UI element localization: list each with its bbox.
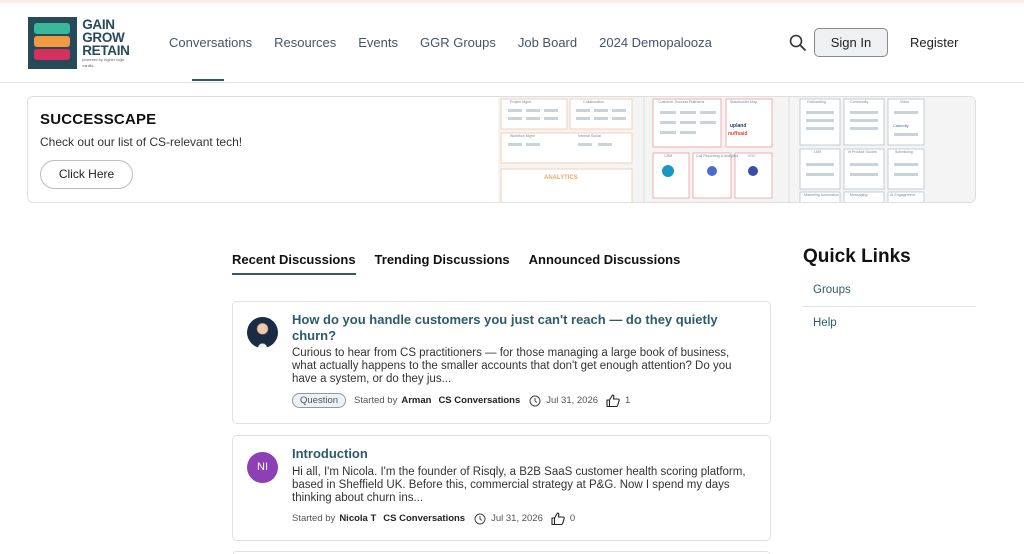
like-count: 0 — [569, 513, 576, 524]
svg-text:Stakeholder Map: Stakeholder Map — [730, 100, 757, 104]
tab-recent-discussions[interactable]: Recent Discussions — [232, 252, 356, 276]
logo-tagline: powered by higher logic vanilla — [82, 57, 125, 68]
nav-conversations[interactable]: Conversations — [158, 3, 263, 83]
svg-text:Internal Social: Internal Social — [578, 134, 601, 138]
banner-subtitle: Check out our list of CS-relevant tech! — [40, 135, 243, 149]
category-link[interactable]: CS Conversations — [438, 395, 520, 406]
svg-text:VOC: VOC — [748, 154, 756, 158]
clock-icon — [529, 395, 541, 406]
thumbs-up-icon[interactable] — [551, 512, 565, 525]
discussion-card: NI Introduction Hi all, I'm Nicola. I'm … — [232, 435, 771, 541]
discussion-card: How do you handle customers you just can… — [232, 301, 771, 424]
question-tag[interactable]: Question — [292, 393, 347, 408]
svg-text:Community: Community — [850, 100, 868, 104]
banner-title: SUCCESSCAPE — [40, 111, 157, 128]
discussion-excerpt: Hi all, I'm Nicola. I'm the founder of R… — [292, 466, 746, 504]
avatar[interactable]: NI — [247, 452, 278, 483]
svg-text:Project Mgmt: Project Mgmt — [510, 100, 531, 104]
svg-text:ANALYTICS: ANALYTICS — [544, 175, 578, 181]
discussion-meta: Question Started by Arman CS Conversatio… — [292, 393, 630, 408]
sign-in-button[interactable]: Sign In — [814, 28, 888, 57]
svg-text:Onboarding: Onboarding — [807, 100, 826, 104]
category-link[interactable]: CS Conversations — [383, 513, 465, 524]
svg-text:Calendly: Calendly — [893, 123, 909, 128]
svg-text:CRM: CRM — [664, 154, 672, 158]
tab-trending-discussions[interactable]: Trending Discussions — [375, 252, 510, 276]
register-link[interactable]: Register — [910, 35, 958, 50]
svg-text:Call Recording & Analytics: Call Recording & Analytics — [696, 154, 738, 158]
author-link[interactable]: Arman — [401, 395, 431, 406]
started-by-label: Started by — [354, 395, 398, 406]
discussion-meta: Started by Nicola T CS Conversations Jul… — [292, 512, 575, 525]
svg-text:Video: Video — [900, 100, 909, 104]
successcape-banner: SUCCESSCAPE Check out our list of CS-rel… — [27, 96, 976, 203]
click-here-button[interactable]: Click Here — [40, 160, 133, 189]
logo-mark-icon — [28, 17, 78, 69]
post-date: Jul 31, 2026 — [546, 395, 599, 406]
site-header: GAIN GROW RETAIN powered by higher logic… — [0, 3, 1024, 83]
svg-text:Scheduling: Scheduling — [895, 150, 913, 154]
nav-resources[interactable]: Resources — [263, 3, 347, 83]
site-logo[interactable]: GAIN GROW RETAIN powered by higher logic… — [28, 17, 136, 69]
main-nav: Conversations Resources Events GGR Group… — [158, 3, 723, 83]
discussion-excerpt: Curious to hear from CS practitioners — … — [292, 347, 732, 385]
svg-text:Collaboration: Collaboration — [583, 100, 604, 104]
quick-link-groups[interactable]: Groups — [803, 284, 976, 307]
nav-demopalooza[interactable]: 2024 Demopalooza — [588, 3, 723, 83]
svg-text:Customer Success Platforms: Customer Success Platforms — [658, 100, 705, 104]
svg-text:LMS: LMS — [814, 150, 822, 154]
quick-links-title: Quick Links — [803, 246, 911, 267]
discussion-title[interactable]: Introduction — [292, 446, 762, 462]
thumbs-up-icon[interactable] — [606, 394, 620, 407]
svg-text:nuffsaid: nuffsaid — [728, 131, 747, 137]
nav-ggr-groups[interactable]: GGR Groups — [409, 3, 507, 83]
tab-announced-discussions[interactable]: Announced Discussions — [529, 252, 681, 276]
started-by-label: Started by — [292, 513, 336, 524]
author-link[interactable]: Nicola T — [339, 513, 376, 524]
nav-events[interactable]: Events — [347, 3, 409, 83]
tech-landscape-image[interactable]: Project Mgmt Collaboration Customer Succ… — [498, 97, 976, 203]
logo-wordmark: GAIN GROW RETAIN powered by higher logic… — [82, 17, 136, 69]
svg-text:upland: upland — [730, 123, 746, 129]
discussion-title[interactable]: How do you handle customers you just can… — [292, 312, 762, 344]
like-count: 1 — [625, 395, 631, 406]
clock-icon — [474, 513, 486, 524]
search-icon[interactable] — [788, 33, 808, 53]
discussion-tabs: Recent Discussions Trending Discussions … — [232, 252, 699, 276]
post-date: Jul 31, 2026 — [491, 513, 543, 524]
svg-text:Workflow Mgmt: Workflow Mgmt — [510, 134, 535, 138]
svg-text:AI Engagement: AI Engagement — [890, 193, 915, 197]
svg-text:Marketing Automation: Marketing Automation — [804, 193, 839, 197]
avatar[interactable] — [247, 317, 278, 348]
nav-job-board[interactable]: Job Board — [507, 3, 588, 83]
quick-link-help[interactable]: Help — [803, 317, 976, 329]
svg-text:Messaging: Messaging — [850, 193, 867, 197]
svg-text:In Product Guides: In Product Guides — [848, 150, 877, 154]
